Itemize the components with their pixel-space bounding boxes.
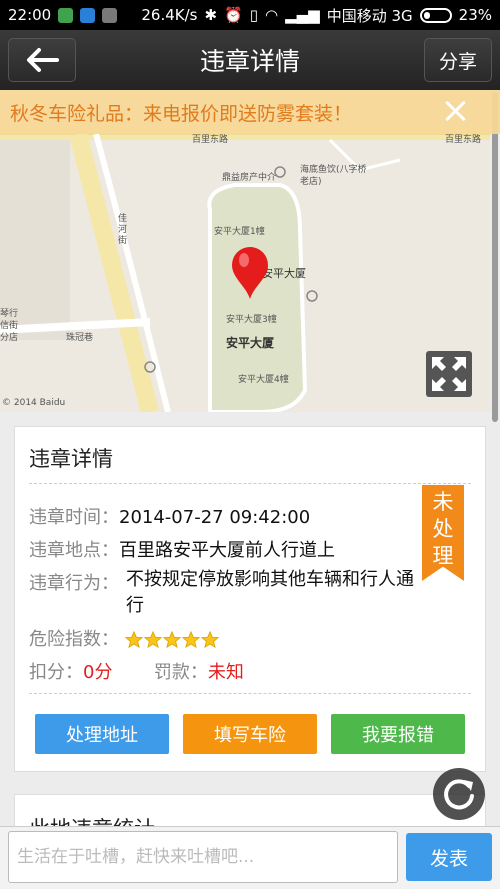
violation-time-row: 违章时间：2014-07-27 09:42:00: [29, 503, 310, 529]
app-header: 违章详情 分享: [0, 30, 500, 90]
scrollbar[interactable]: [492, 92, 498, 422]
star-icon: [200, 631, 219, 649]
promo-banner[interactable]: 秋冬车险礼品：来电报价即送防雾套装！: [0, 90, 500, 134]
violation-place-label: 违章地点：: [29, 540, 119, 561]
bluetooth-icon: ✱: [204, 6, 218, 24]
alarm-icon: ⏰: [224, 6, 243, 24]
refresh-button[interactable]: [433, 768, 485, 820]
wifi-icon: ◠: [265, 6, 279, 24]
share-button[interactable]: 分享: [424, 38, 492, 82]
report-error-button[interactable]: 我要报错: [331, 714, 465, 754]
status-bar: 22:00 26.4K/s ✱ ⏰ ▯ ◠ ▂▄▆ 中国移动 3G 23%: [0, 0, 500, 30]
divider: [29, 483, 471, 484]
star-icon: [181, 631, 200, 649]
back-button[interactable]: [8, 38, 76, 82]
star-icon: [143, 631, 162, 649]
shield-app-icon: [58, 7, 74, 23]
process-address-button[interactable]: 处理地址: [35, 714, 169, 754]
penalty-row: 扣分：0分 罚款：未知: [29, 658, 244, 684]
points-value: 0分: [83, 662, 113, 683]
signal-icon: ▂▄▆: [285, 6, 320, 24]
map-label-building-4: 安平大厦4幢: [238, 375, 289, 385]
arrow-left-icon: [27, 48, 59, 72]
map-label-alley: 珠冠巷: [66, 333, 94, 343]
send-button[interactable]: 发表: [406, 833, 492, 881]
star-icon: [162, 631, 181, 649]
violation-detail-card: 违章详情 未处理 违章时间：2014-07-27 09:42:00 违章地点：百…: [14, 426, 486, 772]
map-view[interactable]: 百里东路 百里东路 鼎益房产中介 海底鱼饮(八字桥老店) 佳河街 安平大厦1幢 …: [0, 90, 490, 412]
notify-photo-icon: [102, 7, 118, 23]
vibrate-icon: ▯: [249, 6, 259, 24]
promo-banner-text: 秋冬车险礼品：来电报价即送防雾套装！: [10, 102, 353, 125]
expand-map-button[interactable]: [426, 351, 472, 397]
map-label-building-3: 安平大厦3幢: [226, 315, 277, 325]
fine-value: 未知: [207, 662, 244, 683]
refresh-icon: [444, 779, 474, 810]
expand-icon: [432, 357, 466, 391]
violation-place-row: 违章地点：百里路安平大厦前人行道上: [29, 536, 335, 562]
status-time: 22:00: [8, 6, 52, 24]
fine-label: 罚款：: [153, 662, 208, 683]
close-icon[interactable]: [440, 96, 470, 126]
status-badge: 未处理: [422, 485, 464, 581]
comment-bar: 发表: [0, 826, 500, 889]
status-carrier: 中国移动 3G: [326, 6, 413, 25]
violation-time-label: 违章时间：: [29, 507, 119, 528]
fill-insurance-button[interactable]: 填写车险: [183, 714, 317, 754]
map-label-agency: 鼎益房产中介: [222, 173, 277, 183]
map-label-building-1: 安平大厦1幢: [214, 227, 265, 237]
violation-act-label: 违章行为：: [29, 573, 119, 594]
status-badge-text: 未处理: [432, 490, 454, 568]
map-copyright: © 2014 Baidu: [2, 398, 66, 408]
points-label: 扣分：: [29, 662, 83, 683]
status-battery: 23%: [458, 6, 492, 24]
risk-stars: [124, 631, 219, 649]
risk-label: 危险指数：: [29, 629, 119, 650]
battery-icon: [419, 7, 452, 23]
violation-act-value: 不按规定停放影响其他车辆和行人通行: [126, 569, 414, 616]
map-label-building-main: 安平大厦: [226, 336, 275, 350]
violation-place-value: 百里路安平大厦前人行道上: [119, 540, 335, 561]
risk-row: 危险指数：: [29, 625, 219, 651]
star-icon: [124, 631, 143, 649]
map-pin-icon[interactable]: [230, 246, 270, 300]
detail-title: 违章详情: [29, 447, 113, 471]
map-label-restaurant: 海底鱼饮(八字桥老店): [300, 165, 367, 187]
comment-input[interactable]: [8, 831, 398, 883]
divider: [29, 693, 471, 694]
notify-app-icon: [80, 7, 96, 23]
violation-time-value: 2014-07-27 09:42:00: [119, 507, 311, 528]
map-label-branch: 琴行信街分店: [0, 309, 19, 343]
map-label-street: 佳河街: [118, 214, 128, 246]
page-title: 违章详情: [199, 47, 300, 76]
status-speed: 26.4K/s: [141, 6, 198, 24]
